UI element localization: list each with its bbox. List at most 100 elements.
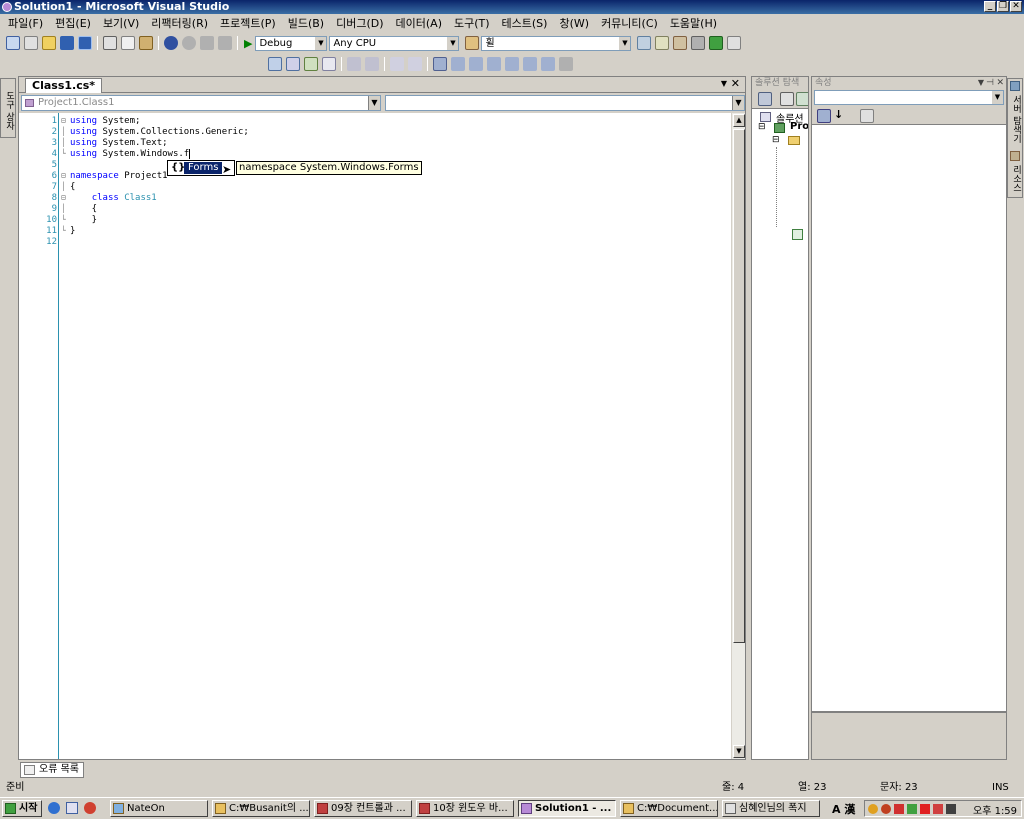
chevron-down-icon[interactable]: ▼ xyxy=(992,91,1003,104)
outline-collapse-icon[interactable]: ⊟ xyxy=(61,116,66,125)
window-position-icon[interactable]: ▼ xyxy=(978,77,984,89)
outline-collapse-icon[interactable]: ⊟ xyxy=(61,171,66,180)
chevron-down-icon[interactable]: ▼ xyxy=(619,36,631,50)
restore-button[interactable]: ❐ xyxy=(997,1,1009,12)
tray-app-icon[interactable] xyxy=(894,804,904,814)
find-in-files-icon[interactable] xyxy=(465,36,480,50)
menu-community[interactable]: 커뮤니티(C) xyxy=(601,15,658,31)
uncomment-lines-icon[interactable] xyxy=(408,57,422,71)
new-project-icon[interactable] xyxy=(6,36,20,50)
menu-view[interactable]: 보기(V) xyxy=(103,15,139,31)
task-nateon[interactable]: NateOn xyxy=(110,800,208,817)
auto-hide-pin-icon[interactable]: ⊣ xyxy=(986,77,994,89)
start-debugging-icon[interactable]: ▶ xyxy=(244,37,252,50)
scroll-down-icon[interactable]: ▼ xyxy=(733,745,745,758)
more-windows-icon[interactable] xyxy=(727,36,742,50)
chevron-down-icon[interactable]: ▼ xyxy=(447,36,459,50)
outline-collapse-icon[interactable]: ⊟ xyxy=(61,193,66,202)
menu-test[interactable]: 테스트(S) xyxy=(502,15,548,31)
close-button[interactable]: ✕ xyxy=(1010,1,1022,12)
ime-indicator[interactable]: A 漢 xyxy=(832,801,855,817)
tray-app-icon[interactable] xyxy=(920,804,930,814)
paste-icon[interactable] xyxy=(139,36,153,50)
chevron-down-icon[interactable]: ▼ xyxy=(368,96,380,110)
task-note[interactable]: 심혜인님의 폭지 xyxy=(722,800,820,817)
previous-bookmark-icon[interactable] xyxy=(451,57,465,71)
open-folder-icon[interactable] xyxy=(42,36,56,50)
menu-help[interactable]: 도움말(H) xyxy=(670,15,717,31)
vertical-scrollbar[interactable]: ▲ ▼ xyxy=(731,113,745,759)
menu-file[interactable]: 파일(F) xyxy=(8,15,43,31)
menu-edit[interactable]: 편집(E) xyxy=(55,15,91,31)
task-explorer-busanit[interactable]: C:₩Busanit의 ... xyxy=(212,800,310,817)
scrollbar-thumb[interactable] xyxy=(733,129,745,643)
chevron-down-icon[interactable]: ▼ xyxy=(732,96,744,110)
start-page-icon[interactable] xyxy=(709,36,724,50)
intellisense-list[interactable]: {} Forms ➤ xyxy=(167,160,235,176)
scroll-up-icon[interactable]: ▲ xyxy=(733,114,745,127)
properties-window-icon[interactable] xyxy=(655,36,670,50)
parameter-info-icon[interactable] xyxy=(286,57,300,71)
server-explorer-strip[interactable]: 서버 탐색기 리소스 xyxy=(1007,78,1023,198)
error-list-tab[interactable]: 오류 목록 xyxy=(20,762,84,778)
clear-bookmarks-icon[interactable] xyxy=(559,57,573,71)
close-document-icon[interactable]: ✕ xyxy=(731,77,740,90)
start-button[interactable]: 시작 xyxy=(2,800,42,817)
next-bookmark-document-icon[interactable] xyxy=(541,57,555,71)
find-combo[interactable]: 휠 ▼ xyxy=(481,35,632,51)
menu-project[interactable]: 프로젝트(P) xyxy=(220,15,276,31)
types-combo[interactable]: Project1.Class1 ▼ xyxy=(21,95,381,111)
previous-bookmark-document-icon[interactable] xyxy=(523,57,537,71)
save-icon[interactable] xyxy=(60,36,74,50)
menu-build[interactable]: 빌드(B) xyxy=(288,15,324,31)
properties-object-combo[interactable]: ▼ xyxy=(814,90,1004,105)
navigate-forward-icon[interactable] xyxy=(218,36,232,50)
tab-list-dropdown-icon[interactable]: ▼ xyxy=(721,79,727,88)
previous-bookmark-folder-icon[interactable] xyxy=(487,57,501,71)
menu-window[interactable]: 창(W) xyxy=(559,15,589,31)
copy-icon[interactable] xyxy=(121,36,135,50)
toolbox-icon[interactable] xyxy=(691,36,706,50)
show-all-files-icon[interactable] xyxy=(780,92,794,106)
alphabetical-icon[interactable]: ↓ xyxy=(834,108,843,121)
close-panel-icon[interactable]: ✕ xyxy=(996,77,1004,89)
navigate-backward-icon[interactable] xyxy=(200,36,214,50)
intellisense-item-forms[interactable]: Forms xyxy=(184,162,223,174)
tray-app-icon[interactable] xyxy=(933,804,943,814)
display-object-member-list-icon[interactable] xyxy=(268,57,282,71)
members-combo[interactable]: ▼ xyxy=(385,95,745,111)
solution-explorer-icon[interactable] xyxy=(637,36,652,50)
toggle-bookmark-icon[interactable] xyxy=(433,57,447,71)
chrome-icon[interactable] xyxy=(84,802,96,814)
comment-lines-icon[interactable] xyxy=(390,57,404,71)
show-desktop-icon[interactable] xyxy=(66,802,78,814)
complete-word-icon[interactable] xyxy=(322,57,336,71)
redo-icon[interactable] xyxy=(182,36,196,50)
task-explorer-documents[interactable]: C:₩Document... xyxy=(620,800,718,817)
tray-app-icon[interactable] xyxy=(868,804,878,814)
menu-data[interactable]: 데이터(A) xyxy=(396,15,442,31)
chevron-down-icon[interactable]: ▼ xyxy=(315,36,327,50)
categorized-icon[interactable] xyxy=(817,109,831,123)
next-bookmark-folder-icon[interactable] xyxy=(505,57,519,71)
menu-tools[interactable]: 도구(T) xyxy=(454,15,490,31)
decrease-indent-icon[interactable] xyxy=(347,57,361,71)
menu-debug[interactable]: 디버그(D) xyxy=(336,15,383,31)
internet-explorer-icon[interactable] xyxy=(48,802,60,814)
tray-app-icon[interactable] xyxy=(907,804,917,814)
object-browser-icon[interactable] xyxy=(673,36,688,50)
tray-app-icon[interactable] xyxy=(881,804,891,814)
properties-icon[interactable] xyxy=(758,92,772,106)
tab-class1-cs[interactable]: Class1.cs* xyxy=(25,78,103,93)
code-area[interactable]: 1 2 3 4 5 6 7 8 9 10 11 12 ⊟ using System; │ using Sys… xyxy=(19,113,733,759)
add-item-icon[interactable] xyxy=(24,36,38,50)
cs-file-icon[interactable] xyxy=(792,229,803,240)
quick-info-icon[interactable] xyxy=(304,57,318,71)
cut-icon[interactable] xyxy=(103,36,117,50)
minimize-button[interactable]: _ xyxy=(984,1,996,12)
task-doc-chapter9[interactable]: 09장 컨트롤과 ... xyxy=(314,800,412,817)
solution-config-combo[interactable]: Debug ▼ xyxy=(255,35,328,51)
undo-icon[interactable] xyxy=(164,36,178,50)
property-pages-icon[interactable] xyxy=(860,109,874,123)
collapse-icon[interactable]: ⊟ xyxy=(772,135,780,145)
